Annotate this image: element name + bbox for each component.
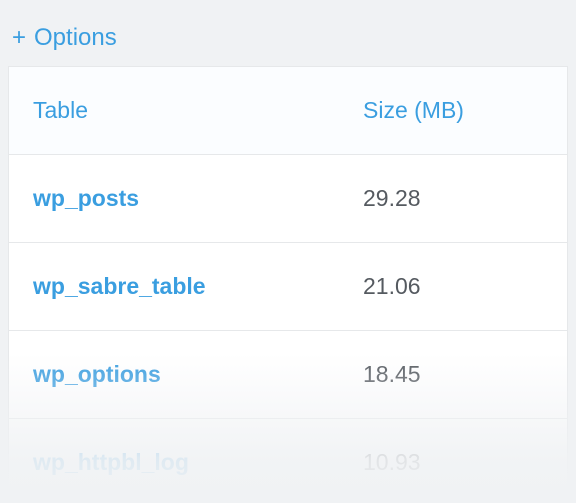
cell-size: 29.28 (339, 155, 567, 242)
col-header-table[interactable]: Table (9, 67, 339, 154)
cell-table-name[interactable]: wp_options (9, 331, 339, 418)
table-row[interactable]: wp_options 18.45 (9, 331, 567, 419)
cell-size: 18.45 (339, 331, 567, 418)
cell-size: 21.06 (339, 243, 567, 330)
plus-icon: + (12, 26, 26, 50)
page: + Options Table Size (MB) wp_posts 29.28… (0, 0, 576, 503)
cell-table-name[interactable]: wp_httpbl_log (9, 419, 339, 503)
cell-table-name[interactable]: wp_sabre_table (9, 243, 339, 330)
cell-table-name[interactable]: wp_posts (9, 155, 339, 242)
table-row[interactable]: wp_posts 29.28 (9, 155, 567, 243)
cell-size: 10.93 (339, 419, 567, 503)
options-toggle[interactable]: + Options (0, 0, 576, 66)
col-header-size[interactable]: Size (MB) (339, 67, 567, 154)
table-header-row: Table Size (MB) (9, 67, 567, 155)
db-tables: Table Size (MB) wp_posts 29.28 wp_sabre_… (8, 66, 568, 503)
table-row[interactable]: wp_sabre_table 21.06 (9, 243, 567, 331)
table-row[interactable]: wp_httpbl_log 10.93 (9, 419, 567, 503)
options-label: Options (34, 24, 117, 52)
